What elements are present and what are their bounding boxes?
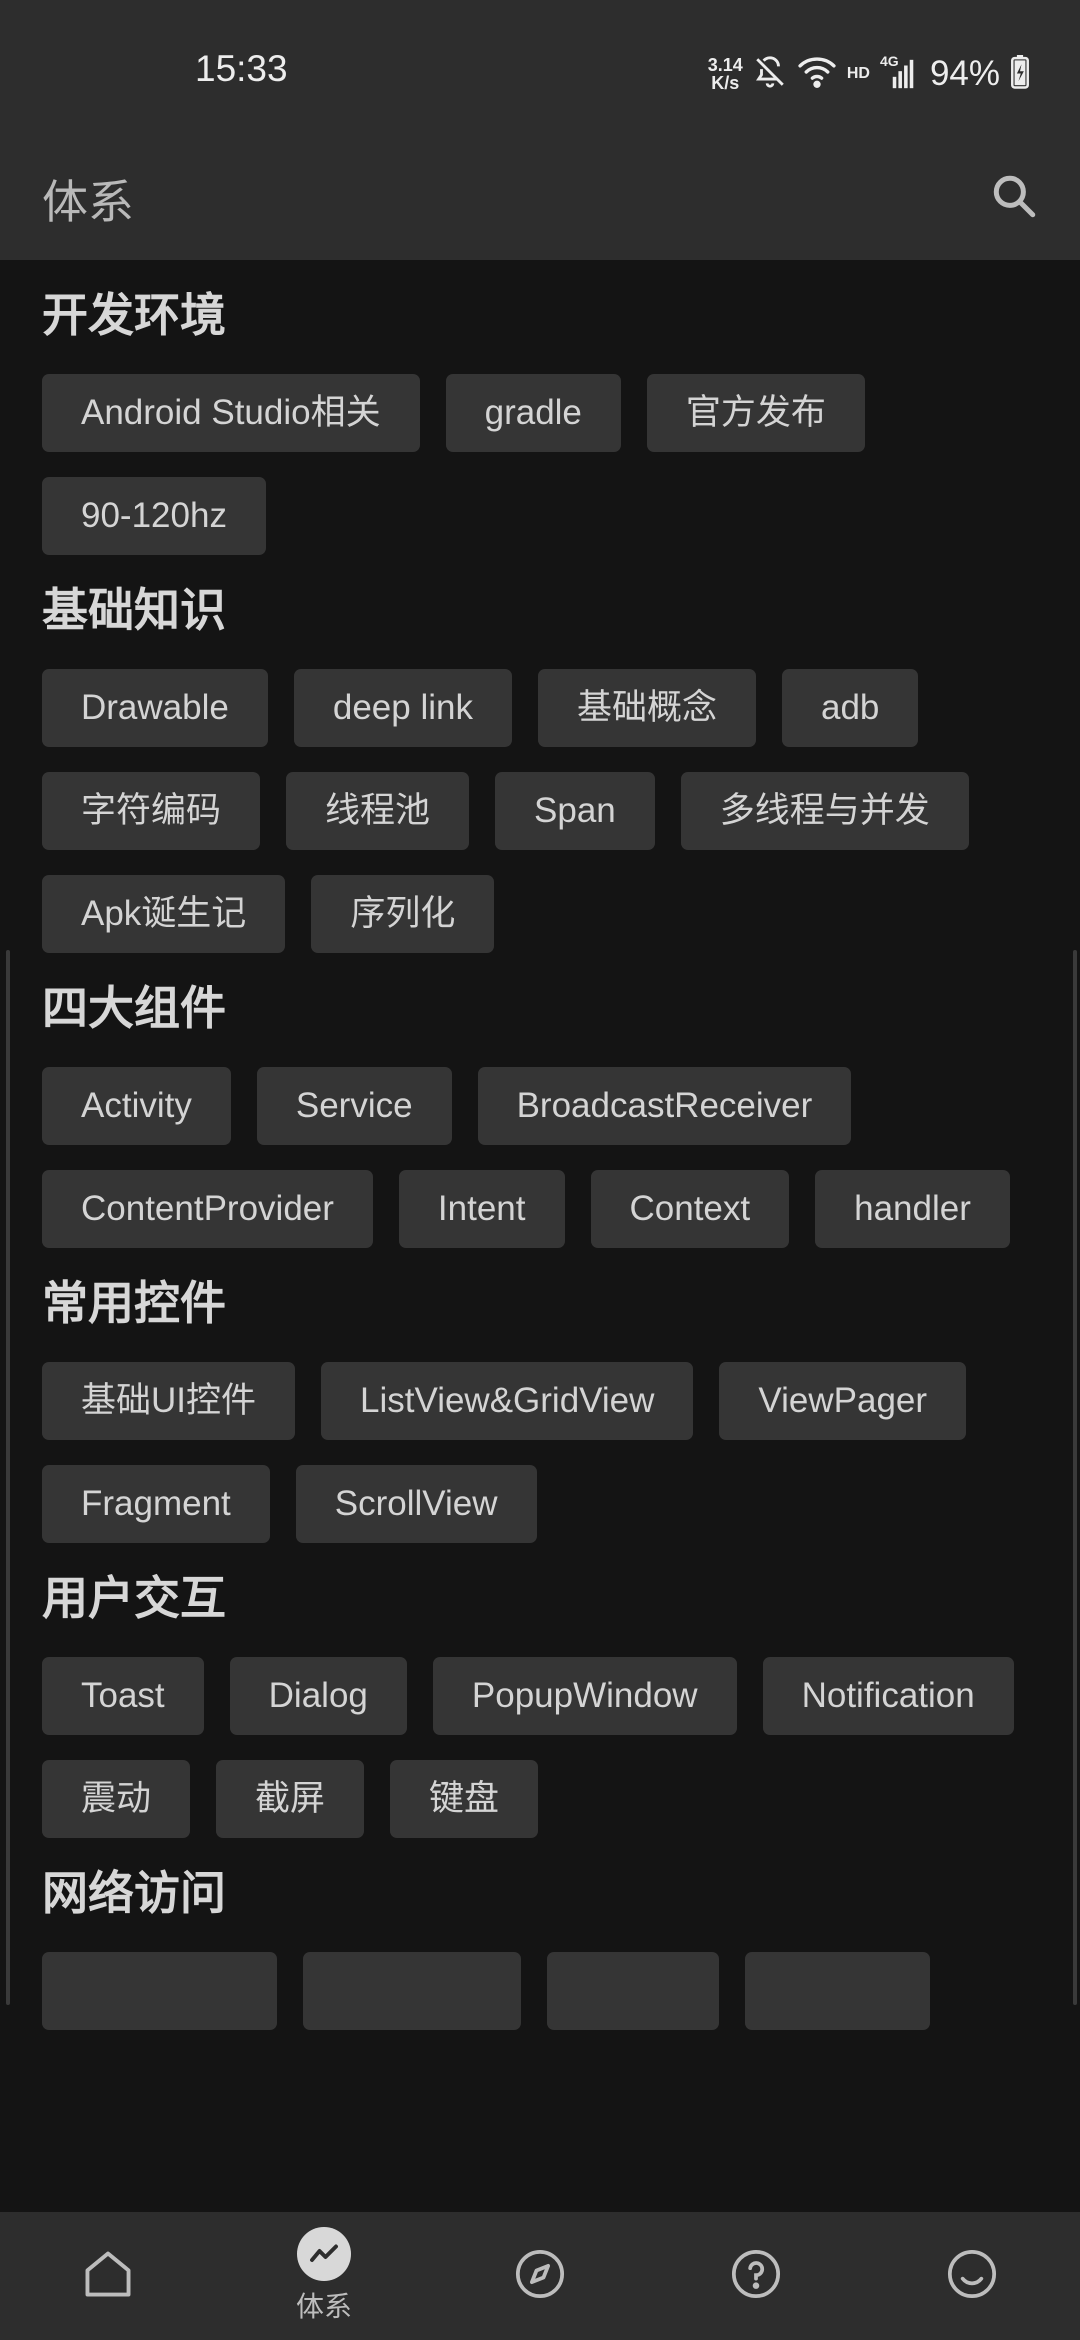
tag-chip[interactable]: Activity xyxy=(42,1067,231,1145)
tag-chip[interactable]: 键盘 xyxy=(390,1760,539,1838)
tag-chip[interactable] xyxy=(42,1952,277,2030)
tag-chip[interactable]: 震动 xyxy=(42,1760,191,1838)
category-section: 四大组件 Activity Service BroadcastReceiver Cont… xyxy=(0,975,1080,1248)
nav-home[interactable] xyxy=(0,2212,216,2340)
tag-chip[interactable]: gradle xyxy=(445,374,621,452)
tag-chip[interactable] xyxy=(745,1952,930,2030)
category-section: 网络访问 xyxy=(0,1860,1080,2030)
status-bar: 15:33 3.14 K/s HD 4G 94% xyxy=(0,0,1080,148)
tag-group: Drawable deep link 基础概念 adb 字符编码 线程池 Span 多线程与并… xyxy=(42,669,1038,953)
battery-percent: 94% xyxy=(929,54,1000,93)
nav-mine[interactable] xyxy=(864,2212,1080,2340)
nav-system-label: 体系 xyxy=(295,2290,352,2323)
status-icons: 3.14 K/s HD 4G 94% xyxy=(708,52,1030,96)
tag-group: Activity Service BroadcastReceiver ContentP… xyxy=(42,1067,1038,1248)
search-icon xyxy=(989,171,1039,225)
tag-chip[interactable]: ScrollView xyxy=(295,1465,537,1543)
category-title: 网络访问 xyxy=(42,1866,226,1920)
wifi-icon xyxy=(797,55,837,94)
tag-chip[interactable]: Apk诞生记 xyxy=(42,875,286,953)
search-button[interactable] xyxy=(974,158,1054,238)
net-speed-unit: K/s xyxy=(711,73,740,93)
tag-chip[interactable]: 90-120hz xyxy=(42,477,266,555)
nav-system[interactable]: 体系 xyxy=(216,2212,432,2340)
app-toolbar: 体系 xyxy=(0,148,1080,260)
system-list[interactable]: 开发环境 Android Studio相关 gradle 官方发布 90-120hz 基础… xyxy=(0,260,1080,2212)
tag-chip[interactable] xyxy=(303,1952,521,2030)
tag-chip[interactable]: Intent xyxy=(398,1170,565,1248)
tag-chip[interactable]: Context xyxy=(590,1170,790,1248)
scroll-indicator xyxy=(6,950,10,2005)
question-icon xyxy=(728,2246,784,2306)
tag-chip[interactable]: 基础概念 xyxy=(537,669,756,747)
tag-chip[interactable] xyxy=(547,1952,719,2030)
tag-chip[interactable]: Notification xyxy=(762,1657,1014,1735)
tag-chip[interactable]: Service xyxy=(256,1067,452,1145)
trending-icon xyxy=(297,2227,351,2281)
tag-chip[interactable]: 序列化 xyxy=(311,875,495,953)
tag-chip[interactable]: 字符编码 xyxy=(42,772,261,850)
tag-chip[interactable]: 官方发布 xyxy=(646,374,865,452)
category-section: 用户交互 Toast Dialog PopupWindow Notification 震动… xyxy=(0,1565,1080,1838)
status-time: 15:33 xyxy=(195,48,288,89)
tag-chip[interactable]: adb xyxy=(781,669,919,747)
page-title: 体系 xyxy=(42,175,134,229)
smile-icon xyxy=(944,2246,1000,2306)
compass-icon xyxy=(512,2246,568,2306)
category-title: 常用控件 xyxy=(42,1276,226,1330)
tag-chip[interactable]: handler xyxy=(815,1170,1010,1248)
nav-questions[interactable] xyxy=(648,2212,864,2340)
tag-chip[interactable]: BroadcastReceiver xyxy=(477,1067,852,1145)
category-title: 基础知识 xyxy=(42,583,226,637)
tag-chip[interactable]: 基础UI控件 xyxy=(42,1362,296,1440)
tag-group: Toast Dialog PopupWindow Notification 震动 截屏 键盘 xyxy=(42,1657,1038,1838)
category-title: 用户交互 xyxy=(42,1571,226,1625)
category-title: 四大组件 xyxy=(42,981,226,1035)
mute-icon xyxy=(753,55,787,94)
tag-group: 基础UI控件 ListView&GridView ViewPager Fragment… xyxy=(42,1362,1038,1543)
tag-chip[interactable]: ContentProvider xyxy=(42,1170,373,1248)
tag-chip[interactable]: Dialog xyxy=(229,1657,407,1735)
tag-chip[interactable]: Toast xyxy=(42,1657,204,1735)
tag-chip[interactable]: ViewPager xyxy=(719,1362,967,1440)
category-section: 开发环境 Android Studio相关 gradle 官方发布 90-120hz xyxy=(0,282,1080,555)
tag-chip[interactable]: deep link xyxy=(293,669,512,747)
tag-chip[interactable]: 线程池 xyxy=(286,772,470,850)
category-list: 开发环境 Android Studio相关 gradle 官方发布 90-120hz 基础… xyxy=(0,282,1080,2030)
tag-group: Android Studio相关 gradle 官方发布 90-120hz xyxy=(42,374,1038,555)
category-title: 开发环境 xyxy=(42,288,226,342)
tag-chip[interactable]: Drawable xyxy=(42,669,268,747)
hd-label: HD xyxy=(846,65,870,82)
tag-chip[interactable]: Android Studio相关 xyxy=(42,374,420,452)
tag-chip[interactable]: PopupWindow xyxy=(432,1657,737,1735)
battery-icon xyxy=(1010,54,1030,94)
home-icon xyxy=(79,2245,137,2307)
tag-group xyxy=(42,1952,1038,2030)
tag-chip[interactable]: 多线程与并发 xyxy=(680,772,969,850)
net-speed-value: 3.14 xyxy=(707,55,743,75)
tag-chip[interactable]: 截屏 xyxy=(216,1760,365,1838)
tag-chip[interactable]: Span xyxy=(495,772,655,850)
tag-chip[interactable]: Fragment xyxy=(42,1465,270,1543)
bottom-navigation: 体系 xyxy=(0,2212,1080,2340)
tag-chip[interactable]: ListView&GridView xyxy=(321,1362,694,1440)
net-speed: 3.14 K/s xyxy=(708,56,743,92)
nav-discover[interactable] xyxy=(432,2212,648,2340)
scroll-indicator-right xyxy=(1073,950,1077,2005)
signal-icon: 4G xyxy=(880,53,914,91)
category-section: 常用控件基础UI控件 ListView&GridView ViewPager Frag… xyxy=(0,1270,1080,1543)
category-section: 基础知识 Drawable deep link 基础概念 adb 字符编码 线程池 Span 多… xyxy=(0,577,1080,953)
